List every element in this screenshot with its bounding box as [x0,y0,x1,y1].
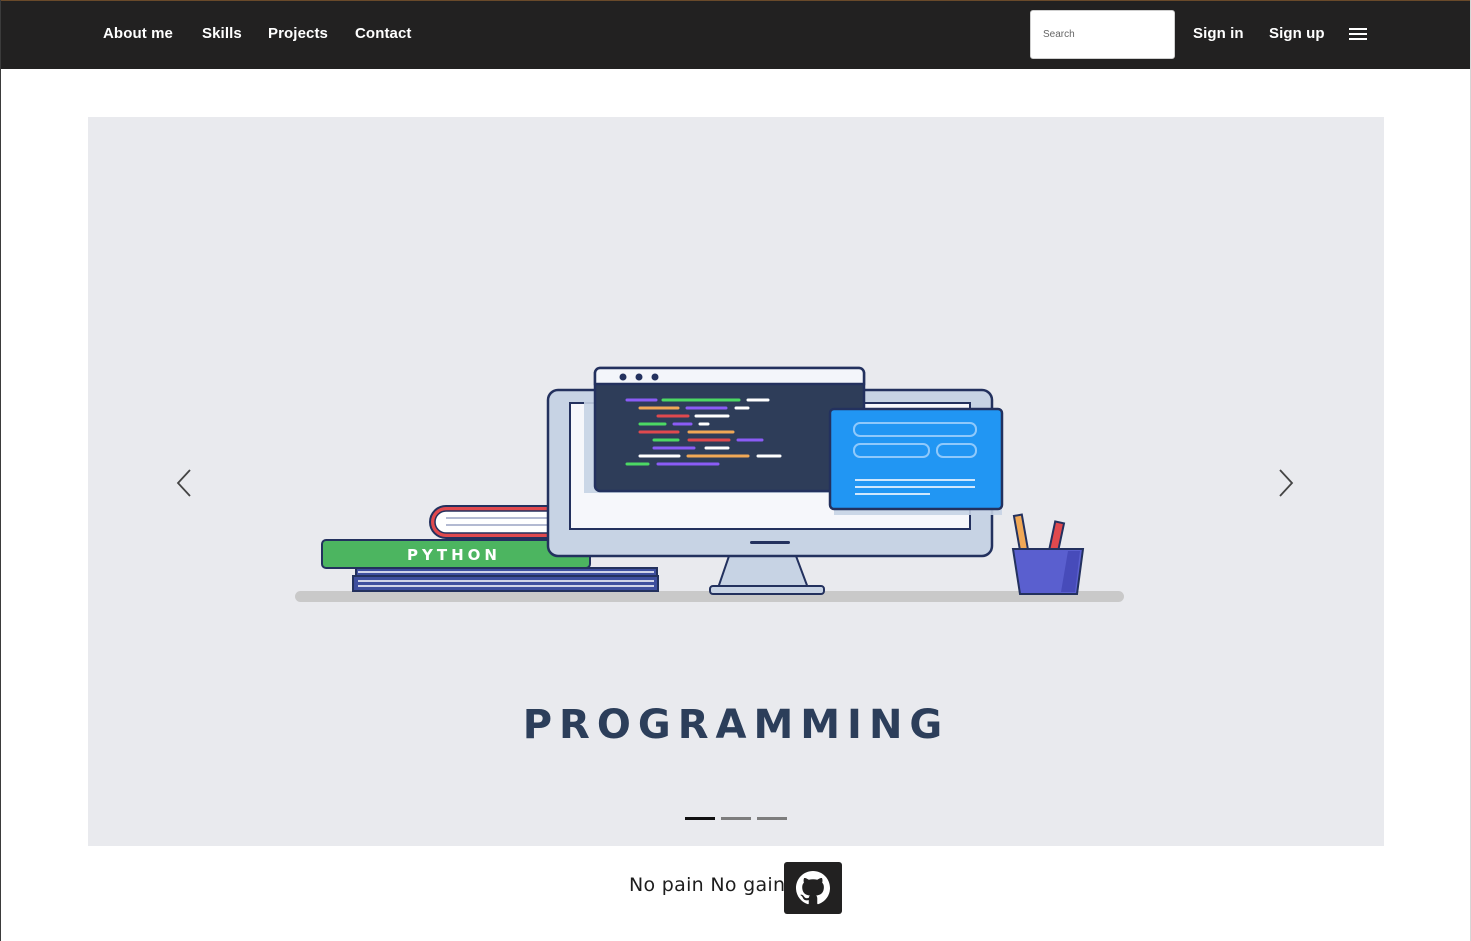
carousel-indicator-2[interactable] [721,817,751,820]
carousel-indicator-3[interactable] [757,817,787,820]
search-input[interactable] [1030,10,1175,59]
nav-link-contact[interactable]: Contact [355,25,412,42]
window-border-left [0,0,1,941]
nav-link-projects[interactable]: Projects [268,25,328,42]
nav-link-skills[interactable]: Skills [202,25,242,42]
github-icon [796,871,830,905]
sign-up-link[interactable]: Sign up [1269,25,1325,42]
carousel: PYTHON PROGRAMMING [88,117,1384,846]
slide-title: PROGRAMMING [522,702,950,748]
sign-in-link[interactable]: Sign in [1193,25,1244,42]
chevron-right-icon [1279,469,1294,497]
carousel-prev-button[interactable] [170,467,200,501]
motto-text: No pain No gain [629,874,786,896]
book-label: PYTHON [407,546,501,564]
carousel-next-button[interactable] [1271,467,1301,501]
navbar: About me Skills Projects Contact Sign in… [1,0,1470,69]
github-button[interactable] [784,862,842,914]
chevron-left-icon [176,469,191,497]
carousel-indicator-1[interactable] [685,817,715,820]
nav-link-about[interactable]: About me [103,25,173,42]
hamburger-menu-icon[interactable] [1349,28,1369,42]
